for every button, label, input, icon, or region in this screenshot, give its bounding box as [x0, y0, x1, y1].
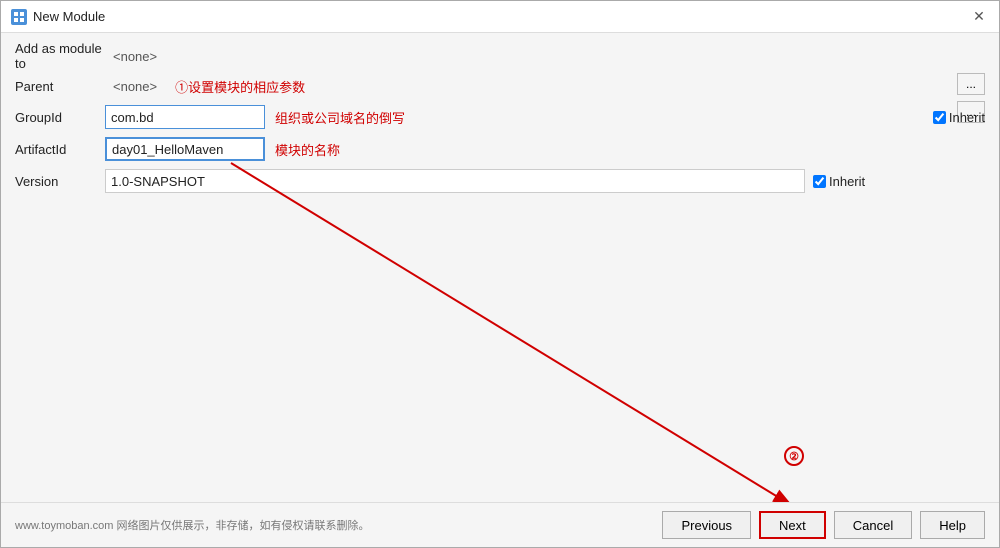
add-module-ellipsis-button[interactable]: ...: [957, 73, 985, 95]
artifactid-label: ArtifactId: [15, 142, 105, 157]
cancel-button[interactable]: Cancel: [834, 511, 912, 539]
parent-value: <none>: [113, 79, 157, 94]
groupid-row: GroupId 组织或公司域名的倒写 Inherit: [15, 103, 985, 131]
dialog-footer: www.toymoban.com 网络图片仅供展示，非存储，如有侵权请联系删除。…: [1, 502, 999, 547]
groupid-label: GroupId: [15, 110, 105, 125]
next-button[interactable]: Next: [759, 511, 826, 539]
add-module-value: <none>: [113, 49, 157, 64]
annotation-circle-2: ②: [784, 446, 804, 466]
annotation1-text: ①设置模块的相应参数: [175, 77, 305, 96]
version-inherit-label: Inherit: [829, 174, 865, 189]
parent-row: Parent <none> ①设置模块的相应参数 ...: [15, 73, 985, 99]
add-module-label: Add as module to: [15, 41, 105, 71]
help-button[interactable]: Help: [920, 511, 985, 539]
groupid-annotation: 组织或公司域名的倒写: [275, 108, 405, 127]
version-inherit-checkbox[interactable]: [813, 175, 826, 188]
artifactid-annotation: 模块的名称: [275, 140, 340, 159]
artifactid-input[interactable]: [105, 137, 265, 161]
parent-label: Parent: [15, 79, 105, 94]
add-module-row: Add as module to <none> ...: [15, 43, 985, 69]
module-icon: [11, 9, 27, 25]
dialog-content: Add as module to <none> ... Parent <none…: [1, 33, 999, 502]
footer-buttons: Previous Next Cancel Help: [662, 511, 985, 539]
close-button[interactable]: ✕: [969, 7, 989, 27]
title-bar-left: New Module: [11, 9, 105, 25]
artifactid-row: ArtifactId 模块的名称: [15, 135, 985, 163]
dialog-title: New Module: [33, 9, 105, 24]
groupid-inherit-wrap: Inherit: [933, 110, 985, 125]
new-module-dialog: New Module ✕ Add as module to <none> ...…: [0, 0, 1000, 548]
version-row: Version Inherit: [15, 167, 985, 195]
groupid-inherit-label: Inherit: [949, 110, 985, 125]
groupid-input[interactable]: [105, 105, 265, 129]
version-label: Version: [15, 174, 105, 189]
groupid-inherit-checkbox[interactable]: [933, 111, 946, 124]
title-bar: New Module ✕: [1, 1, 999, 33]
version-input[interactable]: [105, 169, 805, 193]
previous-button[interactable]: Previous: [662, 511, 751, 539]
version-inherit-wrap: Inherit: [813, 174, 865, 189]
watermark-text: www.toymoban.com 网络图片仅供展示，非存储，如有侵权请联系删除。: [15, 517, 369, 533]
